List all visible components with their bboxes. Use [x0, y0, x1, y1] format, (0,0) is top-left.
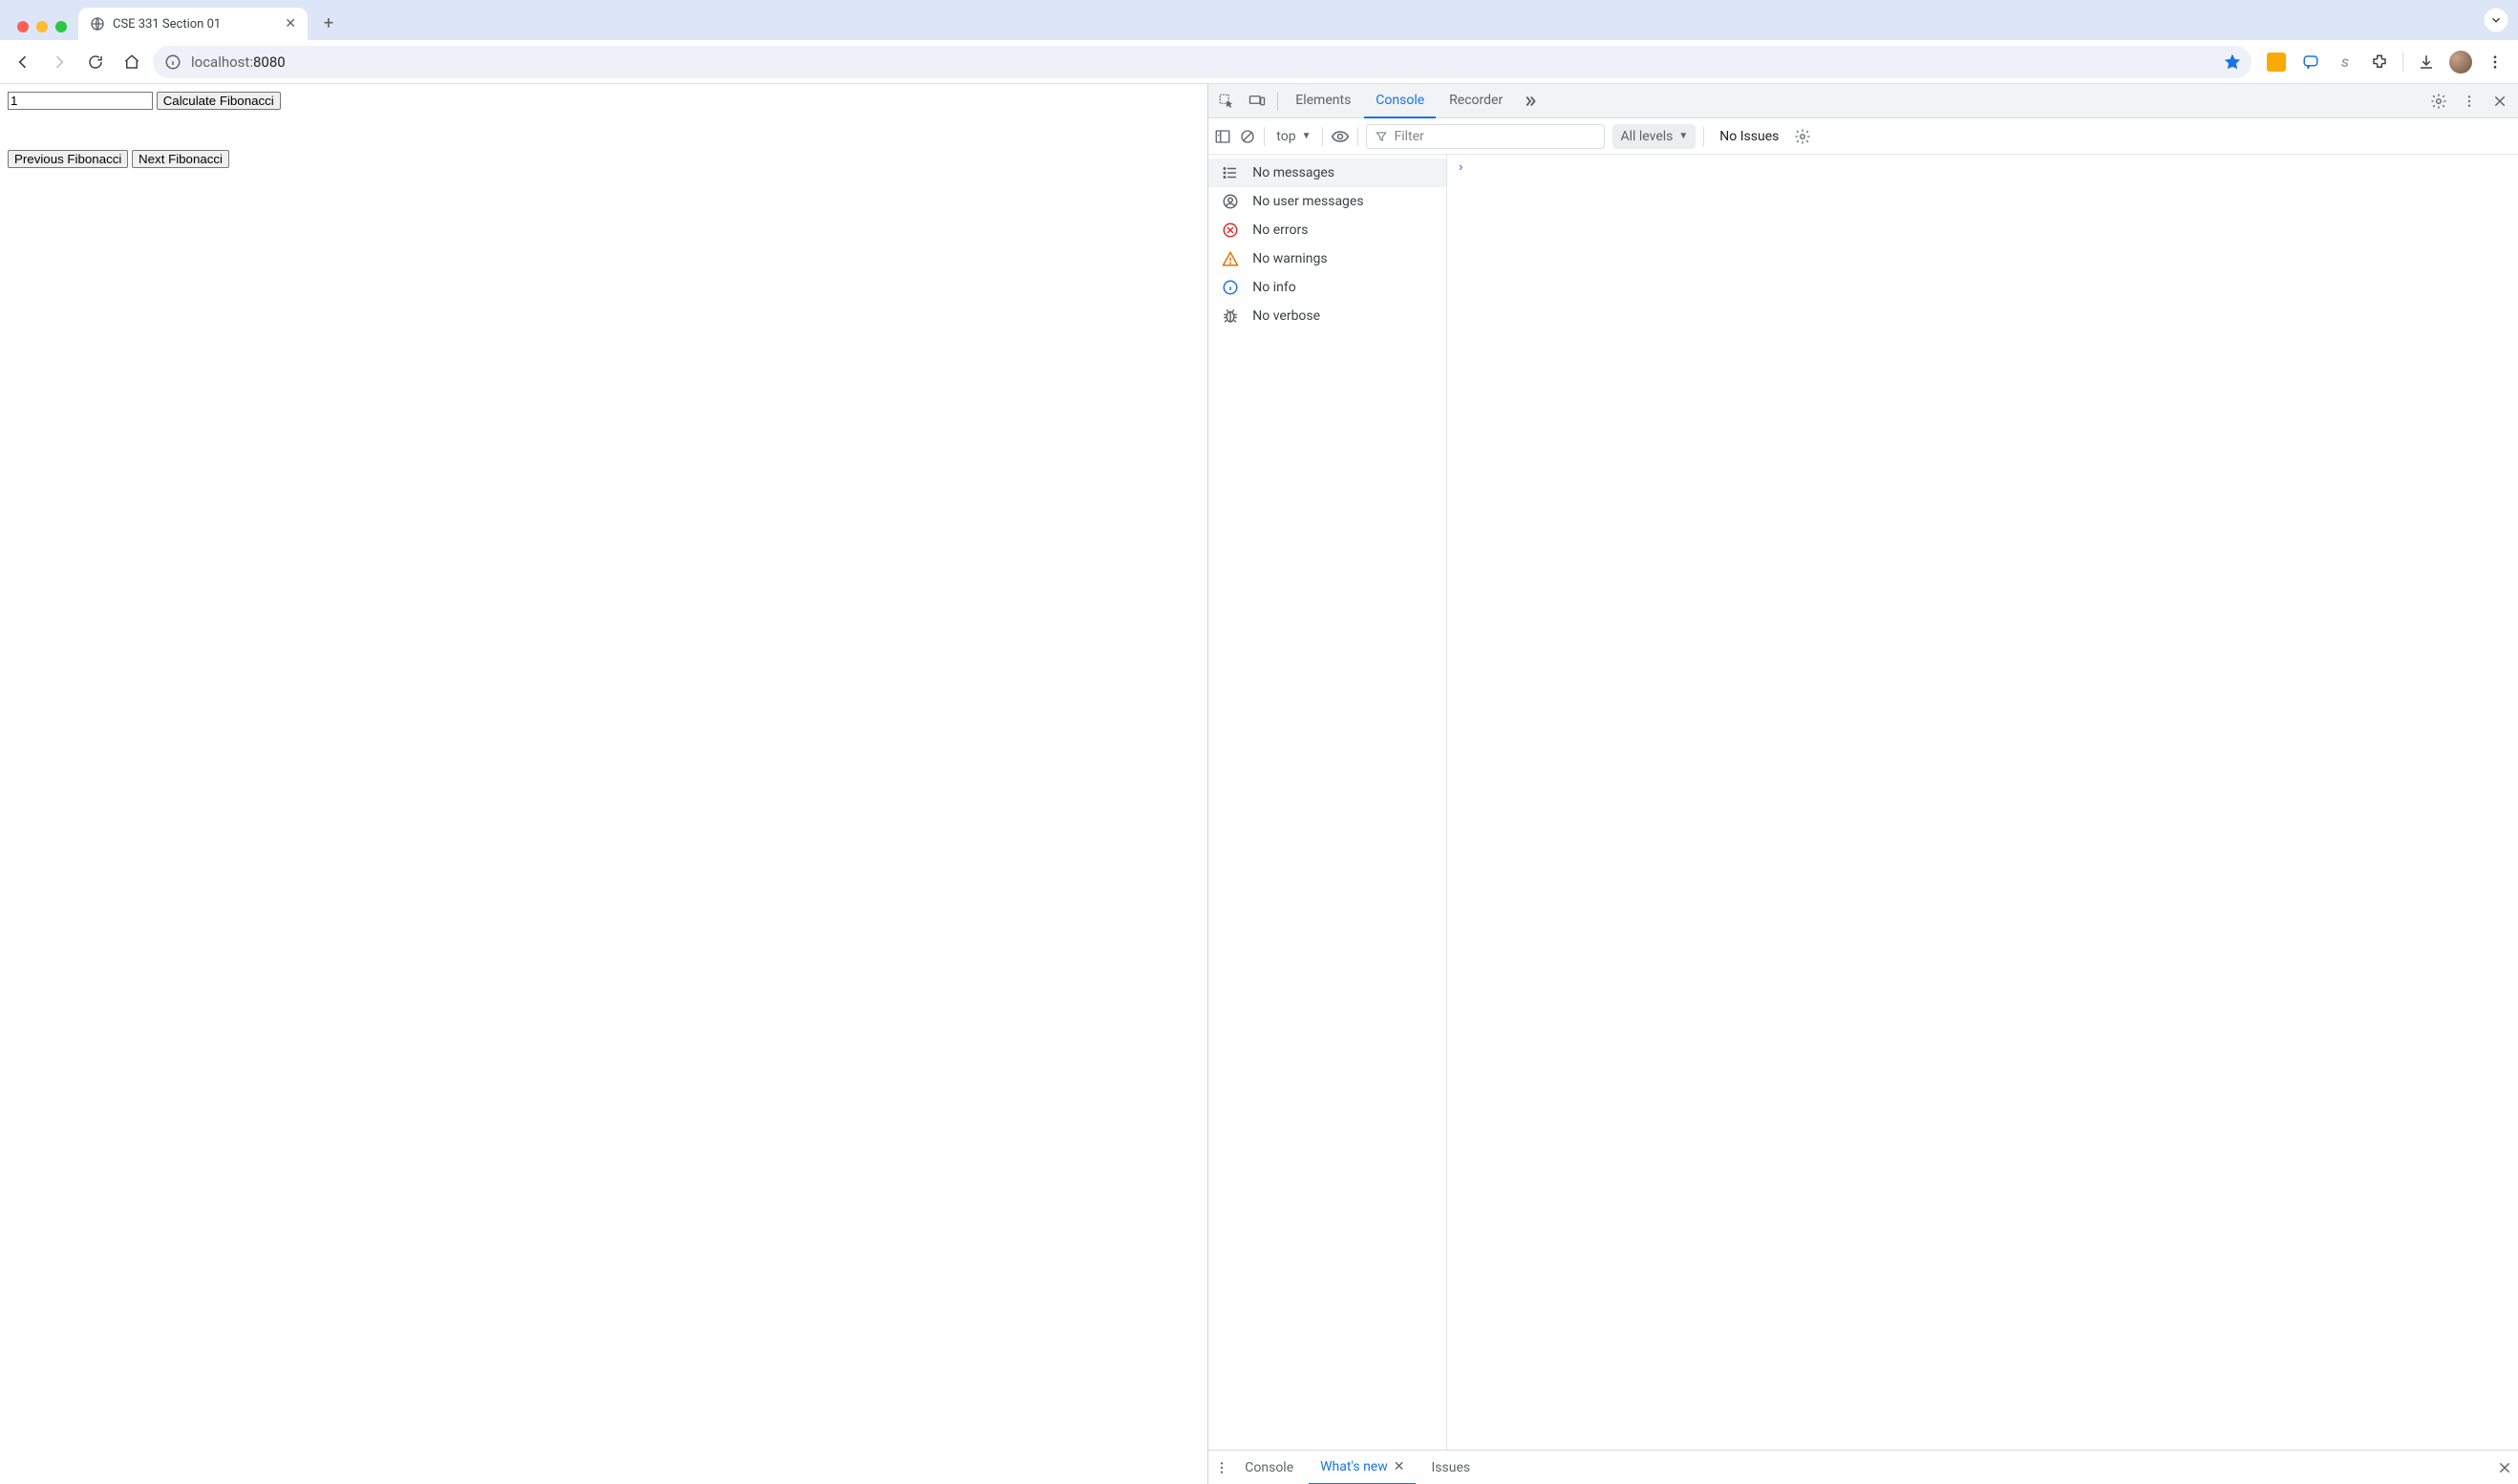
devtools-more-icon[interactable]: [2455, 87, 2484, 116]
back-button[interactable]: [8, 47, 38, 77]
separator: [1703, 127, 1704, 146]
sidebar-user-messages[interactable]: No user messages: [1208, 187, 1446, 216]
drawer-tab-whatsnew[interactable]: What's new ✕: [1309, 1451, 1416, 1484]
close-icon[interactable]: ✕: [1394, 1451, 1405, 1483]
filter-placeholder: Filter: [1394, 129, 1423, 144]
console-prompt-icon: ›: [1457, 160, 1464, 175]
sidebar-errors[interactable]: No errors: [1208, 216, 1446, 244]
extension-chat-icon[interactable]: [2295, 47, 2326, 77]
browser-tab-strip: CSE 331 Section 01 ✕ +: [0, 0, 2518, 40]
bookmark-star-icon[interactable]: [2223, 53, 2242, 72]
sidebar-info[interactable]: No info: [1208, 273, 1446, 302]
levels-label: All levels: [1620, 129, 1673, 144]
sidebar-label: No info: [1252, 280, 1295, 295]
address-bar[interactable]: localhost:8080: [153, 46, 2251, 78]
execution-context-selector[interactable]: top ▼: [1272, 127, 1314, 146]
site-info-icon[interactable]: [164, 53, 181, 71]
sidebar-label: No verbose: [1252, 308, 1320, 324]
devtools-panel: Elements Console Recorder: [1208, 84, 2518, 1484]
sidebar-label: No messages: [1252, 165, 1334, 180]
separator: [1264, 127, 1265, 146]
extension-s-icon[interactable]: s: [2330, 47, 2360, 77]
separator: [1277, 92, 1278, 111]
devtools-settings-icon[interactable]: [2424, 87, 2453, 116]
drawer-tab-issues[interactable]: Issues: [1419, 1451, 1482, 1484]
error-icon: [1222, 222, 1239, 239]
tab-console[interactable]: Console: [1364, 84, 1436, 118]
chevron-down-icon: ▼: [1678, 131, 1688, 141]
tab-elements[interactable]: Elements: [1284, 84, 1362, 118]
browser-toolbar: localhost:8080 s: [0, 40, 2518, 84]
globe-icon: [90, 16, 105, 32]
tab-close-icon[interactable]: ✕: [285, 16, 296, 32]
live-expression-icon[interactable]: [1331, 127, 1350, 146]
devtools-close-icon[interactable]: [2486, 87, 2514, 116]
console-sidebar: No messages No user messages No errors: [1208, 155, 1447, 1450]
sidebar-label: No user messages: [1252, 194, 1363, 209]
window-controls: [10, 21, 78, 40]
fibonacci-input[interactable]: [8, 92, 153, 110]
sidebar-messages[interactable]: No messages: [1208, 159, 1446, 187]
clear-console-icon[interactable]: [1239, 128, 1256, 145]
next-fibonacci-button[interactable]: Next Fibonacci: [132, 150, 229, 168]
separator: [2402, 53, 2403, 72]
extension-yellow-icon[interactable]: [2261, 47, 2292, 77]
log-levels-selector[interactable]: All levels ▼: [1612, 124, 1696, 149]
profile-avatar[interactable]: [2445, 47, 2476, 77]
no-issues-label[interactable]: No Issues: [1712, 129, 1786, 144]
drawer-tab-console[interactable]: Console: [1233, 1451, 1305, 1484]
more-tabs-icon[interactable]: [1516, 87, 1545, 116]
tabs-dropdown-icon[interactable]: [2484, 8, 2508, 32]
info-icon: [1222, 279, 1239, 296]
user-icon: [1222, 193, 1239, 210]
home-button[interactable]: [117, 47, 147, 77]
calculate-button[interactable]: Calculate Fibonacci: [157, 92, 281, 110]
devtools-drawer: Console What's new ✕ Issues: [1208, 1450, 2518, 1484]
sidebar-verbose[interactable]: No verbose: [1208, 302, 1446, 330]
separator: [1357, 127, 1358, 146]
sidebar-warnings[interactable]: No warnings: [1208, 244, 1446, 273]
drawer-more-icon[interactable]: [1214, 1460, 1229, 1475]
console-settings-icon[interactable]: [1794, 128, 1811, 145]
new-tab-button[interactable]: +: [315, 10, 342, 36]
inspect-element-icon[interactable]: [1212, 87, 1241, 116]
tab-title: CSE 331 Section 01: [113, 17, 221, 32]
forward-button[interactable]: [44, 47, 75, 77]
list-icon: [1222, 164, 1239, 181]
previous-fibonacci-button[interactable]: Previous Fibonacci: [8, 150, 128, 168]
page-content: Calculate Fibonacci Previous Fibonacci N…: [0, 84, 1208, 1484]
window-close[interactable]: [17, 21, 29, 32]
console-toolbar: top ▼ Filter All levels ▼ No Issues: [1208, 118, 2518, 155]
window-zoom[interactable]: [55, 21, 67, 32]
scope-label: top: [1276, 129, 1295, 144]
url-text: localhost:8080: [191, 53, 2213, 71]
bug-icon: [1222, 307, 1239, 325]
sidebar-label: No errors: [1252, 223, 1308, 238]
console-filter-input[interactable]: Filter: [1366, 124, 1605, 149]
window-minimize[interactable]: [36, 21, 48, 32]
sidebar-label: No warnings: [1252, 251, 1327, 266]
extensions-puzzle-icon[interactable]: [2364, 47, 2395, 77]
toolbar-right-icons: s: [2257, 47, 2510, 77]
tab-recorder[interactable]: Recorder: [1438, 84, 1514, 118]
device-toolbar-icon[interactable]: [1243, 87, 1271, 116]
toggle-sidebar-icon[interactable]: [1214, 128, 1231, 145]
chevron-down-icon: ▼: [1302, 131, 1312, 141]
downloads-icon[interactable]: [2411, 47, 2442, 77]
console-output[interactable]: ›: [1447, 155, 2518, 1450]
browser-tab[interactable]: CSE 331 Section 01 ✕: [78, 8, 308, 40]
warning-icon: [1222, 250, 1239, 267]
drawer-close-icon[interactable]: [2497, 1460, 2512, 1475]
devtools-tab-bar: Elements Console Recorder: [1208, 84, 2518, 118]
drawer-tab-label: What's new: [1320, 1451, 1388, 1483]
separator: [1322, 127, 1323, 146]
chrome-menu-icon[interactable]: [2480, 47, 2510, 77]
reload-button[interactable]: [80, 47, 111, 77]
